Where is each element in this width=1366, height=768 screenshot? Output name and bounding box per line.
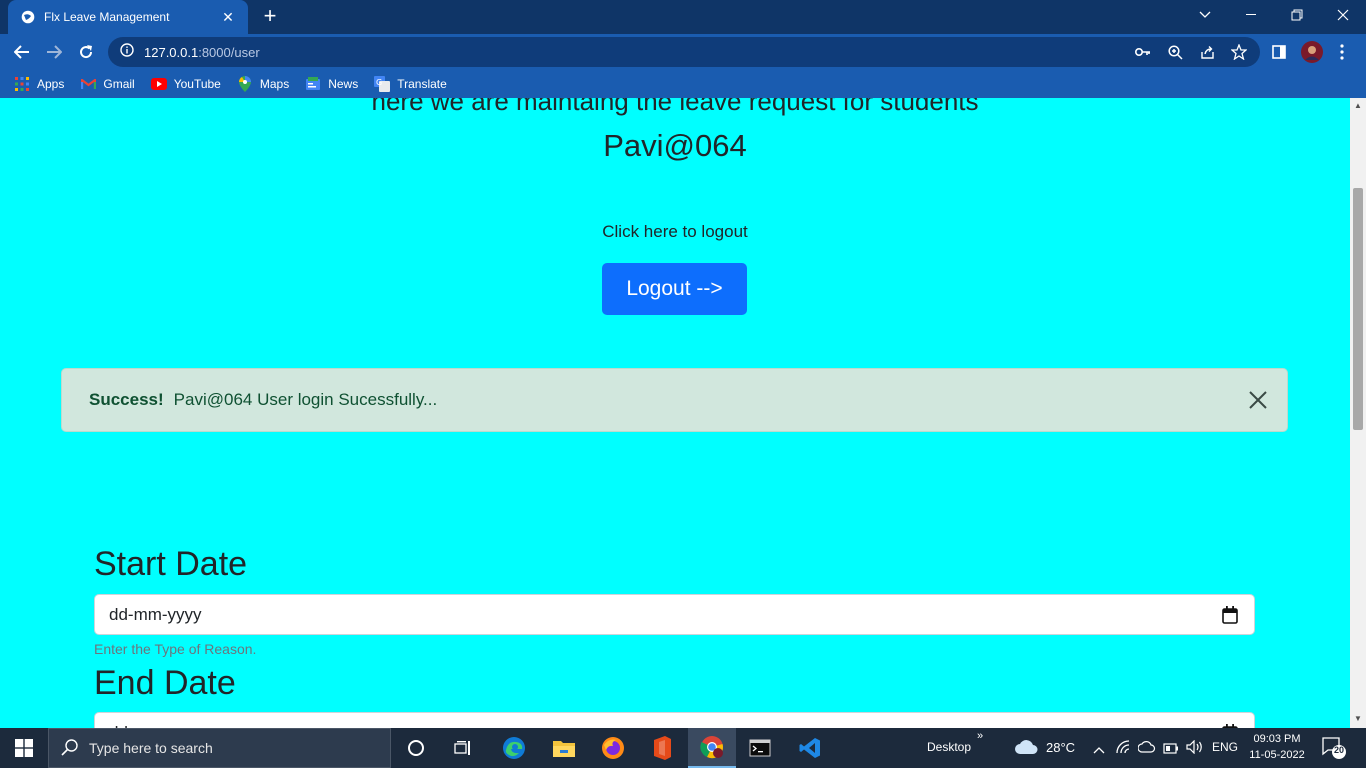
browser-tab[interactable]: Flx Leave Management ✕	[8, 0, 248, 34]
url-path: :8000/user	[198, 44, 260, 60]
help-text: Enter the Type of Reason.	[94, 641, 257, 657]
end-date-label: End Date	[94, 664, 236, 702]
chevron-up-icon[interactable]	[1093, 741, 1105, 759]
bookmarks-bar: Apps Gmail YouTube Maps News G Translate	[0, 70, 1366, 98]
firefox-icon[interactable]	[589, 728, 637, 768]
page-subheading: here we are maintaing the leave request …	[371, 98, 979, 116]
success-alert: Success! Pavi@064 User login Sucessfully…	[61, 368, 1288, 432]
browser-tabstrip: Flx Leave Management ✕ +	[0, 0, 1366, 34]
minimize-icon[interactable]	[1228, 0, 1274, 30]
calendar-icon[interactable]	[1222, 606, 1238, 624]
bookmark-label: News	[328, 77, 359, 91]
cloud-sync-icon[interactable]	[1137, 740, 1156, 759]
youtube-icon	[150, 76, 167, 92]
volume-icon[interactable]	[1186, 739, 1204, 759]
back-arrow-icon[interactable]	[8, 38, 36, 66]
maps-icon	[237, 76, 253, 92]
new-tab-icon[interactable]: +	[258, 5, 282, 29]
alert-message: Pavi@064 User login Sucessfully...	[173, 390, 438, 409]
vertical-scrollbar[interactable]: ▲ ▼	[1350, 98, 1366, 728]
start-date-label: Start Date	[94, 545, 248, 583]
bookmark-translate[interactable]: G Translate	[374, 76, 447, 92]
close-window-icon[interactable]	[1320, 0, 1366, 30]
share-icon[interactable]	[1198, 43, 1216, 61]
news-icon	[305, 76, 321, 92]
taskbar-clock[interactable]: 09:03 PM 11-05-2022	[1244, 731, 1310, 763]
bookmark-apps[interactable]: Apps	[14, 76, 64, 92]
side-panel-icon[interactable]	[1265, 38, 1293, 66]
restore-icon[interactable]	[1274, 0, 1320, 30]
key-icon[interactable]	[1134, 43, 1152, 61]
alert-title: Success!	[89, 390, 164, 409]
url-text: 127.0.0.1:8000/user	[144, 45, 260, 60]
scroll-thumb[interactable]	[1353, 188, 1363, 430]
bookmark-label: Gmail	[103, 77, 135, 91]
url-host: 127.0.0.1	[144, 44, 199, 60]
close-icon[interactable]	[1245, 387, 1271, 413]
chrome-icon[interactable]	[688, 728, 736, 768]
tab-title: Flx Leave Management	[44, 10, 170, 24]
username-heading: Pavi@064	[603, 128, 747, 163]
end-date-input[interactable]: dd-mm-yyyy	[94, 712, 1255, 728]
office-icon[interactable]	[638, 728, 686, 768]
profile-avatar[interactable]	[1298, 38, 1326, 66]
site-info-icon[interactable]	[120, 42, 134, 62]
bookmark-gmail[interactable]: Gmail	[80, 76, 135, 92]
bookmark-news[interactable]: News	[305, 76, 358, 92]
edge-browser-icon[interactable]	[490, 728, 538, 768]
svg-text:G: G	[376, 78, 382, 87]
logout-prompt: Click here to logout	[602, 222, 748, 241]
logout-button[interactable]: Logout -->	[602, 263, 747, 315]
terminal-icon[interactable]	[736, 728, 784, 768]
file-explorer-icon[interactable]	[540, 728, 588, 768]
weather-cloud-icon[interactable]	[1014, 739, 1038, 760]
taskbar-search[interactable]: Type here to search	[48, 728, 391, 768]
tab-close-icon[interactable]: ✕	[218, 9, 238, 26]
bookmark-label: YouTube	[173, 77, 221, 91]
translate-icon: G	[374, 76, 391, 92]
tab-search-icon[interactable]	[1182, 0, 1228, 30]
reload-icon[interactable]	[72, 38, 100, 66]
cortana-icon[interactable]	[392, 728, 440, 768]
bookmark-youtube[interactable]: YouTube	[150, 76, 221, 92]
desktop-toolbar-label[interactable]: Desktop	[927, 740, 971, 754]
start-date-input[interactable]: dd-mm-yyyy	[94, 594, 1255, 635]
scroll-up-arrow-icon[interactable]: ▲	[1354, 102, 1362, 110]
windows-start-icon[interactable]	[0, 728, 48, 768]
windows-taskbar: Type here to search Desktop » 28°C ENG 0…	[0, 728, 1366, 768]
bookmark-label: Translate	[397, 77, 447, 91]
bookmark-label: Maps	[259, 77, 290, 91]
start-date-placeholder: dd-mm-yyyy	[109, 604, 202, 624]
bookmark-label: Apps	[37, 77, 65, 91]
notification-center-icon[interactable]: 20	[1322, 737, 1346, 759]
search-icon	[61, 738, 79, 759]
task-view-icon[interactable]	[440, 728, 488, 768]
zoom-icon[interactable]	[1166, 43, 1184, 61]
globe-icon	[20, 9, 36, 25]
chevron-double-right-icon[interactable]: »	[977, 730, 983, 742]
address-bar[interactable]: 127.0.0.1:8000/user	[108, 37, 1260, 67]
battery-icon[interactable]	[1163, 741, 1179, 759]
notification-count: 20	[1333, 745, 1344, 755]
language-indicator[interactable]: ENG	[1212, 740, 1238, 754]
clock-date: 11-05-2022	[1249, 749, 1305, 761]
apps-grid-icon	[14, 76, 30, 92]
clock-time: 09:03 PM	[1253, 733, 1301, 745]
scroll-down-arrow-icon[interactable]: ▼	[1354, 715, 1362, 723]
bookmark-star-icon[interactable]	[1230, 43, 1248, 61]
forward-arrow-icon[interactable]	[40, 38, 68, 66]
menu-kebab-icon[interactable]	[1328, 38, 1356, 66]
vscode-icon[interactable]	[786, 728, 834, 768]
page-content: here we are maintaing the leave request …	[0, 98, 1350, 728]
gmail-icon	[80, 76, 96, 92]
search-placeholder: Type here to search	[89, 740, 213, 756]
temperature[interactable]: 28°C	[1046, 740, 1075, 755]
network-icon[interactable]	[1116, 740, 1132, 759]
bookmark-maps[interactable]: Maps	[237, 76, 289, 92]
browser-toolbar: 127.0.0.1:8000/user	[0, 34, 1366, 70]
